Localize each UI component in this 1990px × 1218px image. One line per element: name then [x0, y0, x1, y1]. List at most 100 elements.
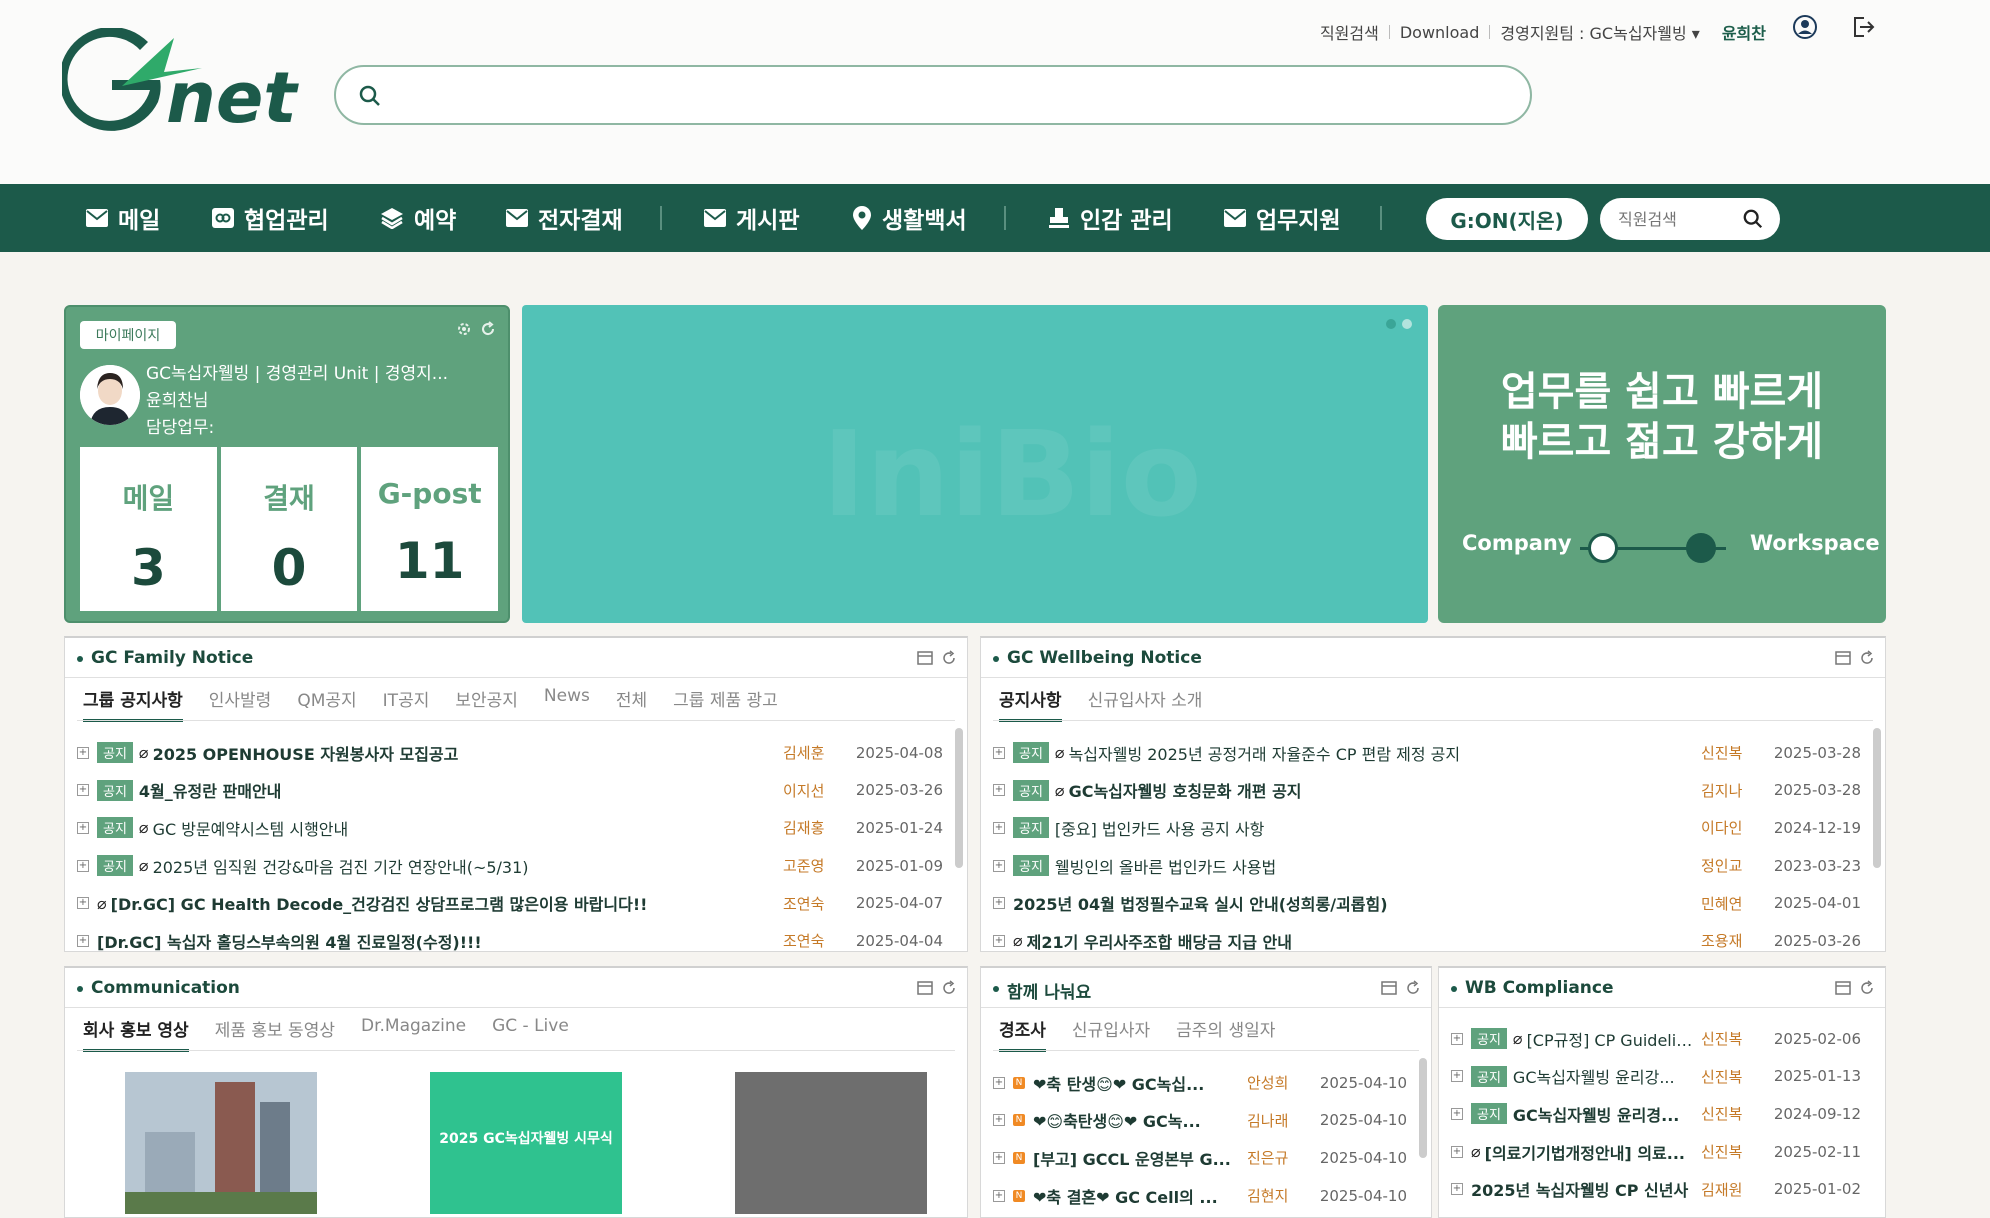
nav-seal-management[interactable]: 인감 관리: [1048, 184, 1173, 252]
window-icon[interactable]: [1835, 650, 1851, 666]
tab-dr-magazine[interactable]: Dr.Magazine: [361, 1016, 466, 1052]
workspace-label[interactable]: Workspace: [1750, 531, 1880, 555]
video-thumbnail[interactable]: [735, 1072, 927, 1214]
logout-icon[interactable]: [1850, 14, 1876, 40]
expand-icon[interactable]: +: [77, 859, 89, 872]
item-title[interactable]: ❤😊축탄생😊❤ GC녹...: [1033, 1108, 1247, 1132]
list-item[interactable]: + ⌀ 제21기 우리사주조합 배당금 지급 안내 조용재 2025-03-26: [993, 922, 1861, 960]
refresh-icon[interactable]: [1859, 650, 1875, 666]
item-title[interactable]: 녹십자웰빙 2025년 공정거래 자율준수 CP 편람 제정 공지: [1069, 741, 1701, 765]
expand-icon[interactable]: +: [1451, 1183, 1463, 1196]
list-item[interactable]: + 공지 ⌀ 2025 OPENHOUSE 자원봉사자 모집공고 김세훈 2025-04-…: [77, 734, 943, 772]
tab-family-events[interactable]: 경조사: [999, 1016, 1046, 1052]
top-link-download[interactable]: Download: [1400, 23, 1480, 42]
list-item[interactable]: +2025년 04월 법정필수교육 실시 안내(성희롱/괴롭힘) 민혜연 2025-…: [993, 884, 1861, 922]
nav-mail[interactable]: 메일: [86, 184, 160, 252]
list-item[interactable]: + 공지 웰빙인의 올바른 법인카드 사용법 정인교 2023-03-23: [993, 847, 1861, 885]
tab-company-video[interactable]: 회사 홍보 영상: [83, 1016, 189, 1052]
item-title[interactable]: ❤축 결혼❤ GC Cell의 ...: [1033, 1184, 1247, 1208]
item-title[interactable]: GC 방문예약시스템 시행안내: [153, 816, 783, 840]
expand-icon[interactable]: +: [77, 934, 89, 947]
video-thumbnail[interactable]: 2025 GC녹십자웰빙 시무식: [430, 1072, 622, 1214]
list-item[interactable]: + 공지 [중요] 법인카드 사용 공지 사항 이다인 2024-12-19: [993, 809, 1861, 847]
window-icon[interactable]: [1835, 980, 1851, 996]
item-title[interactable]: 웰빙인의 올바른 법인카드 사용법: [1055, 854, 1701, 878]
expand-icon[interactable]: +: [77, 897, 89, 910]
item-title[interactable]: GC녹십자웰빙 호칭문화 개편 공지: [1069, 778, 1701, 802]
item-title[interactable]: GC녹십자웰빙 윤리강...: [1513, 1064, 1701, 1088]
expand-icon[interactable]: +: [993, 784, 1005, 797]
top-link-department-select[interactable]: 경영지원팀 : GC녹십자웰빙 ▾: [1500, 20, 1699, 44]
item-title[interactable]: [Dr.GC] GC Health Decode_건강검진 상담프로그램 많은이…: [111, 891, 783, 915]
list-item[interactable]: + N ❤축 탄생😊❤ GC녹십... 안성희 2025-04-10: [993, 1064, 1407, 1102]
expand-icon[interactable]: +: [993, 1114, 1005, 1127]
scrollbar[interactable]: [955, 728, 963, 868]
list-item[interactable]: + 공지 4월_유정란 판매안내 이지선 2025-03-26: [77, 772, 943, 810]
item-title[interactable]: 제21기 우리사주조합 배당금 지급 안내: [1027, 929, 1701, 953]
tab-it-notice[interactable]: IT공지: [383, 686, 430, 722]
list-item[interactable]: + N ❤😊축탄생😊❤ GC녹... 김나래 2025-04-10: [993, 1102, 1407, 1140]
item-title[interactable]: [의료기기법개정안내] 의료...: [1485, 1140, 1701, 1164]
item-title[interactable]: 2025년 녹십자웰빙 CP 신년사: [1471, 1177, 1701, 1201]
tab-security-notice[interactable]: 보안공지: [455, 686, 518, 722]
list-item[interactable]: + N [부고] GCCL 운영본부 G... 진은규 2025-04-10: [993, 1139, 1407, 1177]
item-title[interactable]: GC녹십자웰빙 윤리경...: [1513, 1102, 1701, 1126]
tab-qm-notice[interactable]: QM공지: [297, 686, 356, 722]
expand-icon[interactable]: +: [1451, 1145, 1463, 1158]
tab-group-notice[interactable]: 그룹 공지사항: [83, 686, 183, 722]
tab-gc-live[interactable]: GC - Live: [492, 1016, 569, 1052]
main-banner[interactable]: IniBio: [522, 305, 1428, 623]
tab-hr-announcement[interactable]: 인사발령: [209, 686, 272, 722]
refresh-icon[interactable]: [1859, 980, 1875, 996]
tab-all[interactable]: 전체: [616, 686, 647, 722]
avatar[interactable]: [80, 365, 140, 425]
company-label[interactable]: Company: [1462, 531, 1572, 555]
refresh-icon[interactable]: [480, 321, 496, 337]
nav-life-guide[interactable]: 생활백서: [852, 184, 967, 252]
expand-icon[interactable]: +: [77, 746, 89, 759]
nav-collaboration[interactable]: 협업관리: [212, 184, 329, 252]
expand-icon[interactable]: +: [1451, 1032, 1463, 1045]
item-title[interactable]: 2025 OPENHOUSE 자원봉사자 모집공고: [153, 741, 783, 765]
expand-icon[interactable]: +: [993, 934, 1005, 947]
refresh-icon[interactable]: [941, 650, 957, 666]
stat-mail[interactable]: 메일 3: [80, 447, 217, 611]
tab-new-hires[interactable]: 신규입사자 소개: [1088, 686, 1203, 722]
tab-product-video[interactable]: 제품 홍보 동영상: [215, 1016, 335, 1052]
gear-icon[interactable]: [456, 321, 472, 337]
expand-icon[interactable]: +: [993, 1076, 1005, 1089]
list-item[interactable]: + N ❤축 결혼❤ GC Cell의 ... 김현지 2025-04-10: [993, 1177, 1407, 1215]
expand-icon[interactable]: +: [993, 821, 1005, 834]
mypage-tab[interactable]: 마이페이지: [80, 321, 176, 349]
list-item[interactable]: + [Dr.GC] 녹십자 홀딩스부속의원 4월 진료일정(수정)!!! 조연숙 20…: [77, 922, 943, 960]
window-icon[interactable]: [917, 650, 933, 666]
nav-board[interactable]: 게시판: [704, 184, 799, 252]
video-thumbnail[interactable]: [125, 1072, 317, 1214]
expand-icon[interactable]: +: [77, 784, 89, 797]
list-item[interactable]: + 공지 ⌀ 녹십자웰빙 2025년 공정거래 자율준수 CP 편람 제정 공지 신진복…: [993, 734, 1861, 772]
search-icon[interactable]: [358, 84, 382, 108]
list-item[interactable]: + ⌀ [의료기기법개정안내] 의료... 신진복 2025-02-11: [1451, 1133, 1861, 1171]
window-icon[interactable]: [917, 980, 933, 996]
stat-approval[interactable]: 결재 0: [220, 447, 358, 611]
scrollbar[interactable]: [1873, 728, 1881, 868]
employee-search-box[interactable]: [1600, 198, 1780, 240]
scrollbar[interactable]: [1419, 1058, 1427, 1158]
gnet-logo[interactable]: net: [62, 28, 302, 138]
refresh-icon[interactable]: [1405, 980, 1421, 996]
top-link-employee-search[interactable]: 직원검색: [1320, 20, 1379, 44]
banner-dot[interactable]: [1386, 319, 1396, 329]
nav-approval[interactable]: 전자결재: [506, 184, 623, 252]
expand-icon[interactable]: +: [77, 821, 89, 834]
expand-icon[interactable]: +: [993, 859, 1005, 872]
list-item[interactable]: + 공지 GC녹십자웰빙 윤리강... 신진복 2025-01-13: [1451, 1058, 1861, 1096]
employee-search-input[interactable]: [1618, 209, 1728, 229]
list-item[interactable]: + 공지 ⌀ GC 방문예약시스템 시행안내 김재홍 2025-01-24: [77, 809, 943, 847]
expand-icon[interactable]: +: [1451, 1070, 1463, 1083]
global-search-box[interactable]: [334, 65, 1532, 125]
tab-news[interactable]: News: [544, 686, 590, 722]
list-item[interactable]: + 공지 ⌀ GC녹십자웰빙 호칭문화 개편 공지 김지나 2025-03-28: [993, 772, 1861, 810]
gon-button[interactable]: G:ON(지온): [1426, 198, 1588, 240]
item-title[interactable]: 2025년 임직원 건강&마음 검진 기간 연장안내(~5/31): [153, 854, 783, 878]
tab-new-hires[interactable]: 신규입사자: [1072, 1016, 1150, 1052]
